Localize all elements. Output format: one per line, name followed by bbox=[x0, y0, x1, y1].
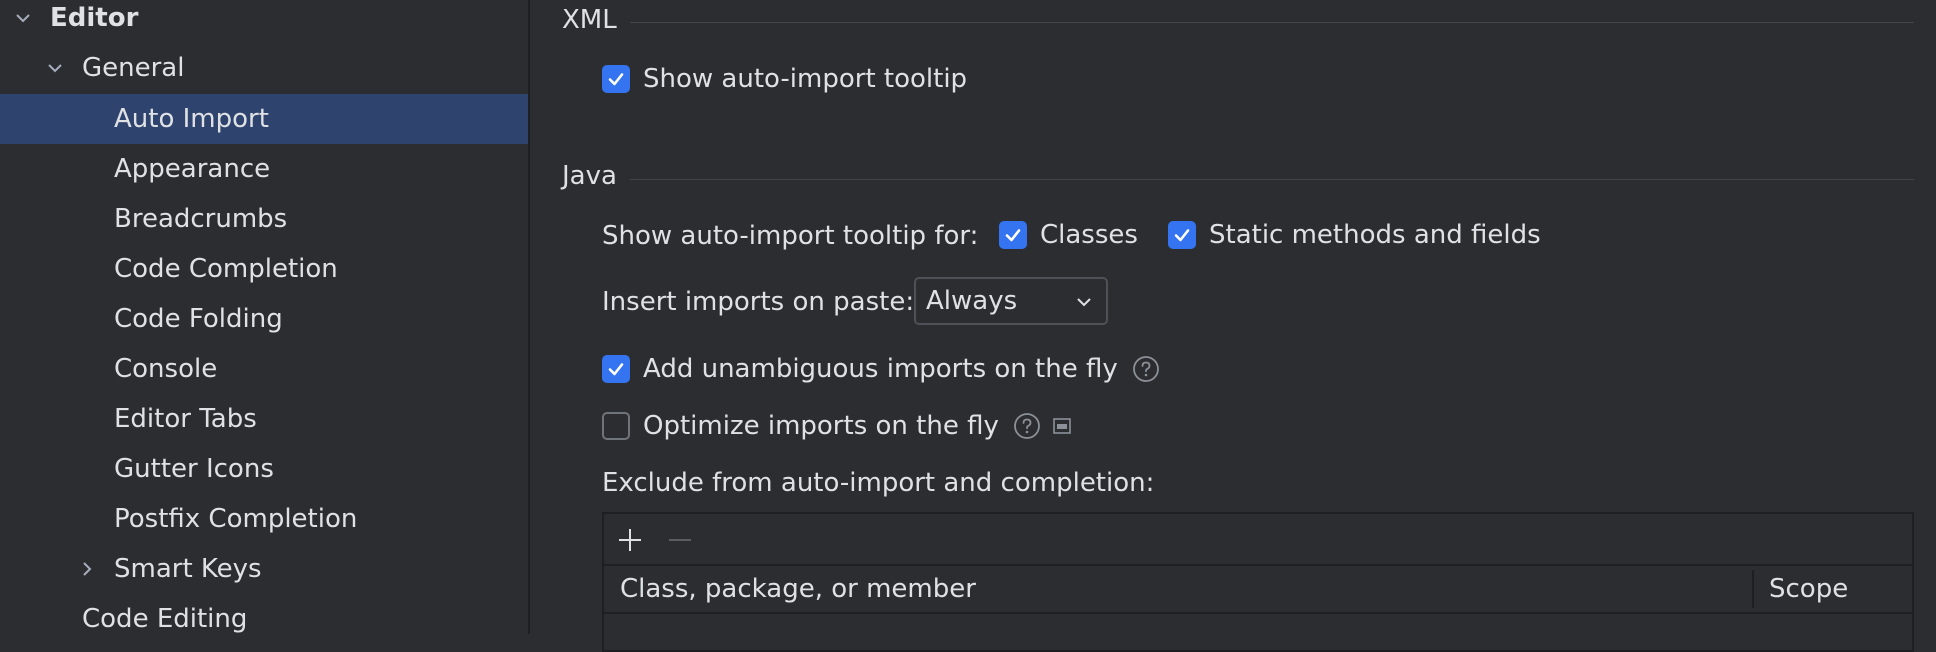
settings-tree: Editor General Auto Import Appearance Br… bbox=[0, 0, 530, 634]
column-header-scope[interactable]: Scope bbox=[1769, 566, 1848, 612]
tree-item-label: Code Folding bbox=[114, 304, 283, 334]
exclude-label: Exclude from auto-import and completion: bbox=[602, 468, 1155, 498]
tree-item-smart-keys[interactable]: Smart Keys bbox=[0, 544, 528, 594]
chevron-down-icon[interactable] bbox=[13, 8, 33, 28]
help-icon[interactable] bbox=[1013, 412, 1041, 440]
help-icon[interactable] bbox=[1132, 355, 1160, 383]
tree-item-label: General bbox=[82, 53, 185, 83]
insert-on-paste-value: Always bbox=[926, 286, 1018, 316]
tree-item-auto-import[interactable]: Auto Import bbox=[0, 94, 528, 144]
column-header-class[interactable]: Class, package, or member bbox=[620, 566, 976, 612]
tree-item-code-completion[interactable]: Code Completion bbox=[0, 244, 528, 294]
insert-on-paste-label: Insert imports on paste: bbox=[602, 287, 915, 317]
tree-item-general[interactable]: General bbox=[0, 43, 528, 93]
tree-item-label: Breadcrumbs bbox=[114, 204, 288, 234]
chevron-right-icon[interactable] bbox=[77, 559, 97, 579]
tree-item-editor[interactable]: Editor bbox=[0, 0, 528, 43]
tree-item-appearance[interactable]: Appearance bbox=[0, 144, 528, 194]
section-title-java: Java bbox=[562, 161, 617, 191]
tree-item-label: Editor bbox=[50, 3, 139, 33]
optimize-imports-checkbox[interactable] bbox=[602, 412, 630, 440]
tooltip-for-label: Show auto-import tooltip for: bbox=[602, 221, 979, 251]
section-title-xml: XML bbox=[562, 5, 617, 35]
static-methods-row: Static methods and fields bbox=[1168, 220, 1541, 250]
exclude-table: Class, package, or member Scope bbox=[602, 512, 1914, 652]
classes-checkbox[interactable] bbox=[999, 221, 1027, 249]
plus-icon[interactable] bbox=[616, 526, 644, 554]
tree-item-label: Editor Tabs bbox=[114, 404, 257, 434]
static-methods-checkbox[interactable] bbox=[1168, 221, 1196, 249]
add-unambiguous-checkbox[interactable] bbox=[602, 355, 630, 383]
tree-item-label: Console bbox=[114, 354, 218, 384]
chevron-down-icon[interactable] bbox=[45, 58, 65, 78]
tree-item-editor-tabs[interactable]: Editor Tabs bbox=[0, 394, 528, 444]
tree-item-postfix-completion[interactable]: Postfix Completion bbox=[0, 494, 528, 544]
tree-item-label: Code Completion bbox=[114, 254, 338, 284]
section-divider bbox=[630, 179, 1914, 180]
tree-item-label: Auto Import bbox=[114, 104, 269, 134]
optimize-imports-row: Optimize imports on the fly bbox=[602, 411, 1071, 441]
column-separator[interactable] bbox=[1752, 570, 1754, 608]
tree-item-code-editing[interactable]: Code Editing bbox=[0, 594, 528, 634]
tree-item-label: Appearance bbox=[114, 154, 271, 184]
tree-item-breadcrumbs[interactable]: Breadcrumbs bbox=[0, 194, 528, 244]
static-methods-label[interactable]: Static methods and fields bbox=[1209, 220, 1541, 250]
minus-icon[interactable] bbox=[666, 526, 694, 554]
tree-item-gutter-icons[interactable]: Gutter Icons bbox=[0, 444, 528, 494]
insert-on-paste-dropdown[interactable]: Always bbox=[914, 277, 1108, 325]
tree-item-label: Gutter Icons bbox=[114, 454, 274, 484]
add-unambiguous-label[interactable]: Add unambiguous imports on the fly bbox=[643, 354, 1118, 384]
xml-show-tooltip-row: Show auto-import tooltip bbox=[602, 64, 967, 94]
section-divider bbox=[630, 22, 1914, 23]
tree-item-code-folding[interactable]: Code Folding bbox=[0, 294, 528, 344]
optimize-imports-label[interactable]: Optimize imports on the fly bbox=[643, 411, 999, 441]
tree-item-console[interactable]: Console bbox=[0, 344, 528, 394]
xml-show-tooltip-label[interactable]: Show auto-import tooltip bbox=[643, 64, 967, 94]
project-settings-icon bbox=[1053, 418, 1071, 434]
xml-show-tooltip-checkbox[interactable] bbox=[602, 65, 630, 93]
tree-item-label: Code Editing bbox=[82, 604, 248, 634]
chevron-down-icon bbox=[1077, 298, 1091, 307]
table-toolbar bbox=[604, 514, 1912, 566]
classes-label[interactable]: Classes bbox=[1040, 220, 1138, 250]
add-unambiguous-row: Add unambiguous imports on the fly bbox=[602, 354, 1160, 384]
tree-item-label: Postfix Completion bbox=[114, 504, 358, 534]
classes-row: Classes bbox=[999, 220, 1138, 250]
table-header: Class, package, or member Scope bbox=[604, 566, 1912, 614]
tree-item-label: Smart Keys bbox=[114, 554, 262, 584]
